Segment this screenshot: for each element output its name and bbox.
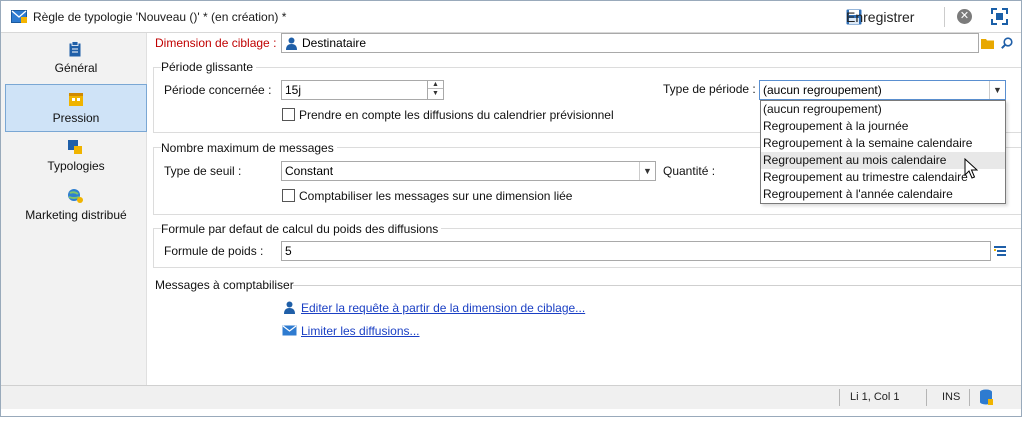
edit-query-link[interactable]: Editer la requête à partir de la dimensi… [301, 301, 585, 315]
dropdown-option[interactable]: (aucun regroupement) [761, 101, 1005, 118]
period-stepper[interactable]: ▲ ▼ [427, 81, 443, 99]
main-content: Dimension de ciblage : Destinataire Péri… [148, 33, 1021, 385]
sidebar-item-label: Marketing distribué [25, 208, 127, 222]
status-separator [926, 389, 927, 406]
dropdown-option[interactable]: Regroupement à la semaine calendaire [761, 135, 1005, 152]
expression-editor-icon[interactable] [994, 245, 1006, 257]
messages-separator [293, 285, 1021, 286]
period-type-dropdown-list[interactable]: (aucun regroupement) Regroupement à la j… [760, 100, 1006, 204]
calendar-forecast-label: Prendre en compte les diffusions du cale… [299, 108, 614, 122]
status-separator [969, 389, 970, 406]
weight-formula-input[interactable]: 5 [281, 241, 991, 261]
person-icon [286, 37, 297, 50]
save-button-label: Enregistrer [846, 9, 915, 25]
globe-user-icon [68, 189, 83, 203]
editor-window: Règle de typologie 'Nouveau ()' * (en cr… [0, 0, 1022, 417]
calendar-forecast-checkbox[interactable] [282, 108, 295, 121]
period-label: Période concernée : [164, 83, 272, 97]
quantity-label: Quantité : [663, 164, 716, 178]
weight-formula-title: Formule par defaut de calcul du poids de… [161, 222, 442, 236]
search-icon[interactable] [1001, 37, 1013, 49]
period-value: 15j [285, 83, 302, 97]
threshold-type-select[interactable]: Constant ▼ [281, 161, 656, 181]
sidebar-item-label: Général [54, 61, 98, 75]
folder-icon[interactable] [981, 37, 994, 49]
window-title: Règle de typologie 'Nouveau ()' * (en cr… [33, 10, 287, 24]
limit-deliveries-link[interactable]: Limiter les diffusions... [301, 324, 420, 338]
mouse-cursor-icon [964, 158, 978, 179]
period-type-select[interactable]: (aucun regroupement) ▼ [759, 80, 1006, 100]
maximize-icon[interactable] [991, 8, 1008, 25]
threshold-type-label: Type de seuil : [164, 164, 242, 178]
sidebar: Général Pression Typologies Marketing di… [1, 33, 147, 385]
targeting-dimension-value: Destinataire [302, 36, 367, 50]
person-icon [284, 301, 295, 314]
chevron-down-icon[interactable]: ▼ [639, 162, 655, 180]
sidebar-item-general[interactable]: Général [5, 35, 147, 83]
stepper-up-icon[interactable]: ▲ [428, 81, 443, 89]
envelope-icon [282, 325, 297, 336]
cursor-position: Li 1, Col 1 [850, 391, 900, 403]
stepper-down-icon[interactable]: ▼ [428, 89, 443, 98]
linked-dimension-checkbox[interactable] [282, 189, 295, 202]
close-icon[interactable]: ✕ [957, 9, 972, 24]
sidebar-item-pression[interactable]: Pression [5, 84, 147, 132]
sidebar-item-label: Pression [52, 111, 100, 125]
sidebar-item-typologies[interactable]: Typologies [5, 133, 147, 181]
targeting-dimension-label: Dimension de ciblage : [155, 36, 277, 50]
insert-mode: INS [942, 391, 961, 403]
period-type-value: (aucun regroupement) [763, 83, 882, 97]
max-messages-title: Nombre maximum de messages [161, 141, 337, 155]
toolbar-separator [944, 7, 945, 27]
clipboard-icon [69, 41, 81, 57]
period-type-label: Type de période : [663, 82, 756, 96]
chevron-down-icon[interactable]: ▼ [989, 81, 1005, 99]
weight-formula-value: 5 [285, 244, 292, 258]
status-separator [839, 389, 840, 406]
sidebar-item-label: Typologies [47, 159, 105, 173]
weight-formula-label: Formule de poids : [164, 244, 264, 258]
dropdown-option[interactable]: Regroupement à l'année calendaire [761, 186, 1005, 203]
messages-title: Messages à comptabiliser [155, 278, 297, 292]
title-bar: Règle de typologie 'Nouveau ()' * (en cr… [1, 1, 1021, 33]
envelope-rule-icon [11, 10, 27, 23]
calendar-icon [69, 93, 83, 106]
period-input[interactable]: 15j ▲ ▼ [281, 80, 444, 100]
targeting-dimension-field[interactable]: Destinataire [281, 33, 979, 53]
status-bar: Li 1, Col 1 INS [1, 385, 1021, 409]
threshold-type-value: Constant [285, 164, 334, 178]
linked-dimension-label: Comptabiliser les messages sur une dimen… [299, 189, 573, 203]
typology-icon [68, 140, 82, 154]
save-button[interactable]: Enregistrer [846, 7, 914, 27]
database-icon[interactable] [979, 389, 993, 406]
rolling-period-title: Période glissante [161, 60, 257, 74]
sidebar-item-marketing-distribue[interactable]: Marketing distribué [5, 182, 147, 230]
dropdown-option[interactable]: Regroupement à la journée [761, 118, 1005, 135]
